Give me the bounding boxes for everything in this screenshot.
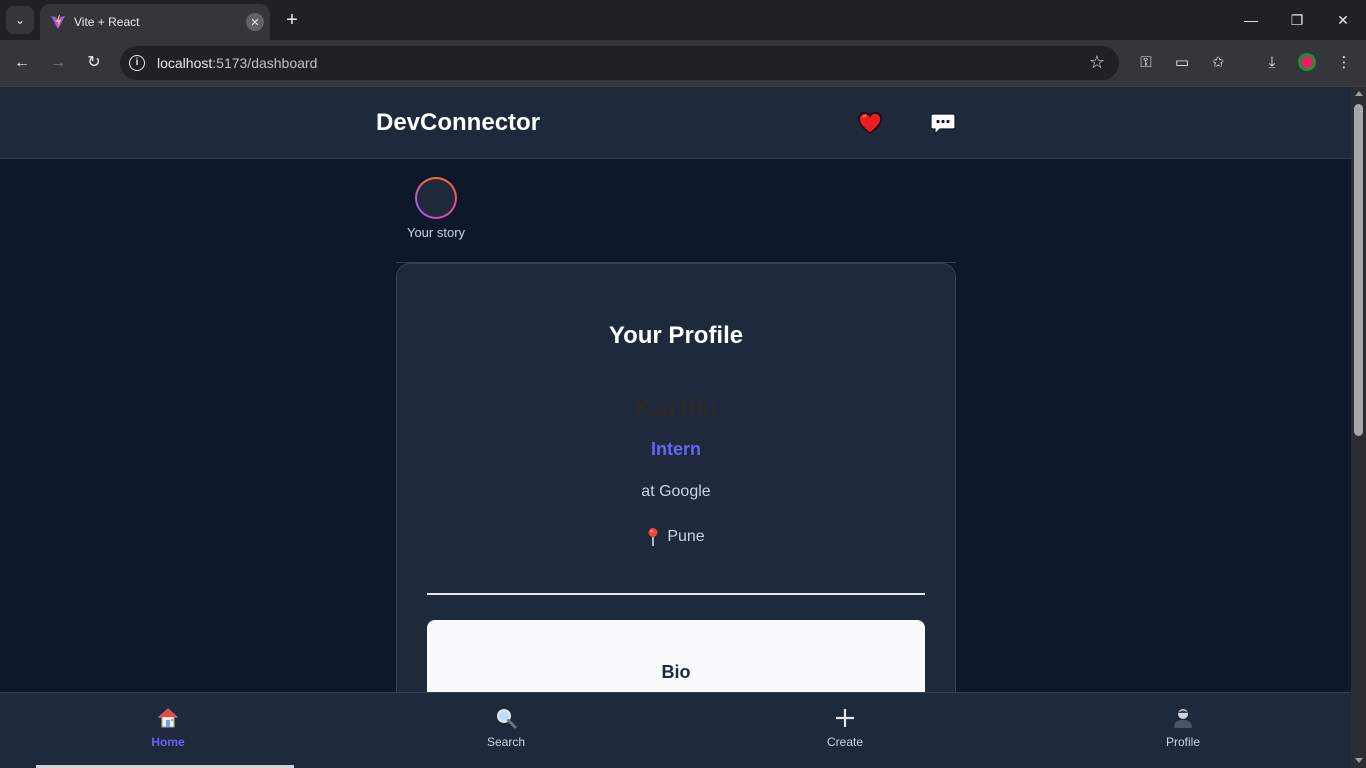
close-window-icon[interactable]: ✕ [1323,8,1363,32]
scrollbar-thumb[interactable] [1354,104,1363,436]
password-key-icon[interactable]: ⚿ [1135,52,1157,74]
browser-toolbar: ← → ↻ i localhost:5173/dashboard ☆ ⚿ ▭ ✩… [0,40,1366,87]
browser-chrome: ⌄ Vite + React ✕ + — ❐ ✕ ← → ↻ i localho… [0,0,1366,87]
site-info-icon[interactable]: i [129,55,145,71]
profile-location: Pune [397,527,955,547]
app-header: DevConnector [0,87,1351,159]
bookmark-star-icon[interactable]: ☆ [1089,52,1105,73]
nav-label-create: Create [826,735,864,749]
url-path: :5173/dashboard [212,55,318,71]
page-scrollbar[interactable] [1351,87,1366,768]
scroll-down-arrow-icon[interactable] [1355,758,1363,763]
brand-logo-text[interactable]: DevConnector [376,109,540,137]
back-arrow-icon[interactable]: ← [10,51,34,75]
home-icon [157,708,179,728]
maximize-window-icon[interactable]: ❐ [1277,8,1317,32]
nav-item-create[interactable]: Create [805,707,885,749]
reload-icon[interactable]: ↻ [82,51,106,75]
tab-title: Vite + React [74,15,140,29]
map-pin-icon [648,528,658,546]
forward-arrow-icon[interactable]: → [46,51,70,75]
menu-kebab-icon[interactable]: ⋮ [1333,52,1355,74]
minimize-window-icon[interactable]: — [1231,8,1271,32]
heart-icon[interactable] [857,111,883,135]
nav-item-profile[interactable]: Profile [1143,707,1223,749]
address-bar[interactable]: i localhost:5173/dashboard ☆ [120,46,1119,80]
location-text: Pune [667,528,705,545]
cast-device-icon[interactable]: ▭ [1171,52,1193,74]
story-label: Your story [406,225,466,240]
profile-company: at Google [641,483,711,500]
profile-role: Intern [650,439,701,459]
profile-divider [427,593,925,595]
chat-bubble-icon[interactable] [930,112,956,136]
profile-name: Kartiki [633,392,719,422]
story-avatar [417,179,455,217]
search-icon [497,709,517,729]
url-host: localhost [157,55,213,71]
bio-heading: Bio [661,662,691,682]
scroll-up-arrow-icon[interactable] [1355,91,1363,96]
vite-logo-icon [51,15,65,29]
tab-close-icon[interactable]: ✕ [246,13,264,31]
nav-label-search: Search [486,735,526,749]
favorites-star-icon[interactable]: ✩ [1207,52,1229,74]
tab-strip: ⌄ Vite + React ✕ + — ❐ ✕ [0,0,1366,40]
your-story[interactable]: Your story [400,177,472,240]
user-icon [1174,709,1192,728]
story-ring [415,177,457,219]
profile-heading: Your Profile [608,322,744,349]
nav-label-profile: Profile [1165,735,1200,749]
nav-label-home: Home [151,735,185,749]
new-tab-plus-icon[interactable]: + [282,10,302,30]
browser-tab[interactable]: Vite + React ✕ [40,4,270,40]
nav-item-search[interactable]: Search [466,707,546,749]
tab-search-chevron-icon[interactable]: ⌄ [6,6,34,34]
bottom-navigation: Home Search Create Profile [0,692,1351,768]
nav-item-home[interactable]: Home [128,707,208,749]
plus-icon [836,709,854,727]
browser-profile-avatar[interactable] [1298,53,1316,71]
page-viewport: DevConnector Your story Your Profile Kar… [0,87,1351,768]
url-text[interactable]: localhost:5173/dashboard [157,55,317,71]
download-icon[interactable]: ⤓ [1261,52,1283,74]
